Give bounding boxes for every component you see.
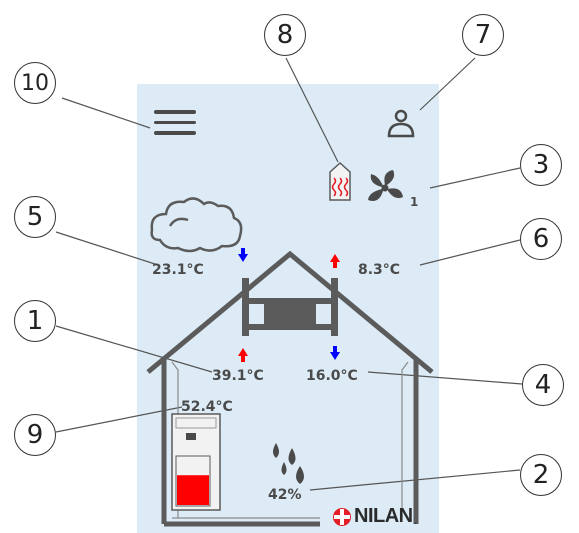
leader-3: [429, 167, 521, 189]
supply-air-arrow-icon: [238, 348, 248, 356]
callout-5: 5: [14, 196, 56, 238]
brand-suffix: .: [413, 515, 417, 527]
fan-level-label: 1: [410, 195, 419, 209]
leader-1: [55, 325, 213, 373]
water-drops-icon: [273, 443, 304, 484]
hot-water-temp: 52.4°C: [181, 399, 233, 415]
exhaust-air-temp: 8.3°C: [358, 262, 401, 278]
user-icon[interactable]: [387, 109, 415, 138]
leader-7: [419, 57, 476, 111]
supply-air-temp: 39.1°C: [212, 368, 264, 384]
extract-air-arrow-icon: [330, 352, 340, 360]
leader-5: [55, 231, 159, 266]
callout-3: 3: [520, 144, 562, 186]
humidity-value: 42%: [268, 487, 302, 503]
diagram-canvas: [55, 57, 523, 527]
tank-level-fill: [177, 475, 209, 505]
leader-8: [285, 57, 339, 163]
outdoor-air-arrow-icon: [238, 254, 248, 262]
callout-9: 9: [14, 414, 56, 456]
fan-icon[interactable]: [368, 170, 403, 201]
nilan-logo: NILAN .: [354, 505, 417, 527]
callout-10: 10: [14, 62, 56, 104]
hamburger-menu-icon[interactable]: [154, 110, 198, 136]
callout-6: 6: [520, 218, 562, 260]
leader-6: [419, 239, 521, 266]
callout-leaders: [55, 57, 523, 491]
callout-8: 8: [264, 14, 306, 56]
outdoor-air-temp: 23.1°C: [152, 262, 204, 278]
callout-2: 2: [520, 454, 562, 496]
cloud-icon: [150, 197, 243, 253]
heat-exchanger-icon: [242, 278, 338, 336]
callout-4: 4: [522, 364, 564, 406]
leader-10: [61, 97, 151, 129]
heating-element-icon: [329, 161, 351, 201]
nilan-logo-icon: [333, 508, 351, 526]
extract-air-temp: 16.0°C: [306, 368, 358, 384]
brand-name: NILAN: [354, 504, 413, 527]
leader-4: [367, 371, 523, 385]
callout-7: 7: [462, 14, 504, 56]
callout-1: 1: [14, 300, 56, 342]
exhaust-air-arrow-icon: [330, 254, 340, 262]
hot-water-tank-icon: [171, 413, 221, 511]
